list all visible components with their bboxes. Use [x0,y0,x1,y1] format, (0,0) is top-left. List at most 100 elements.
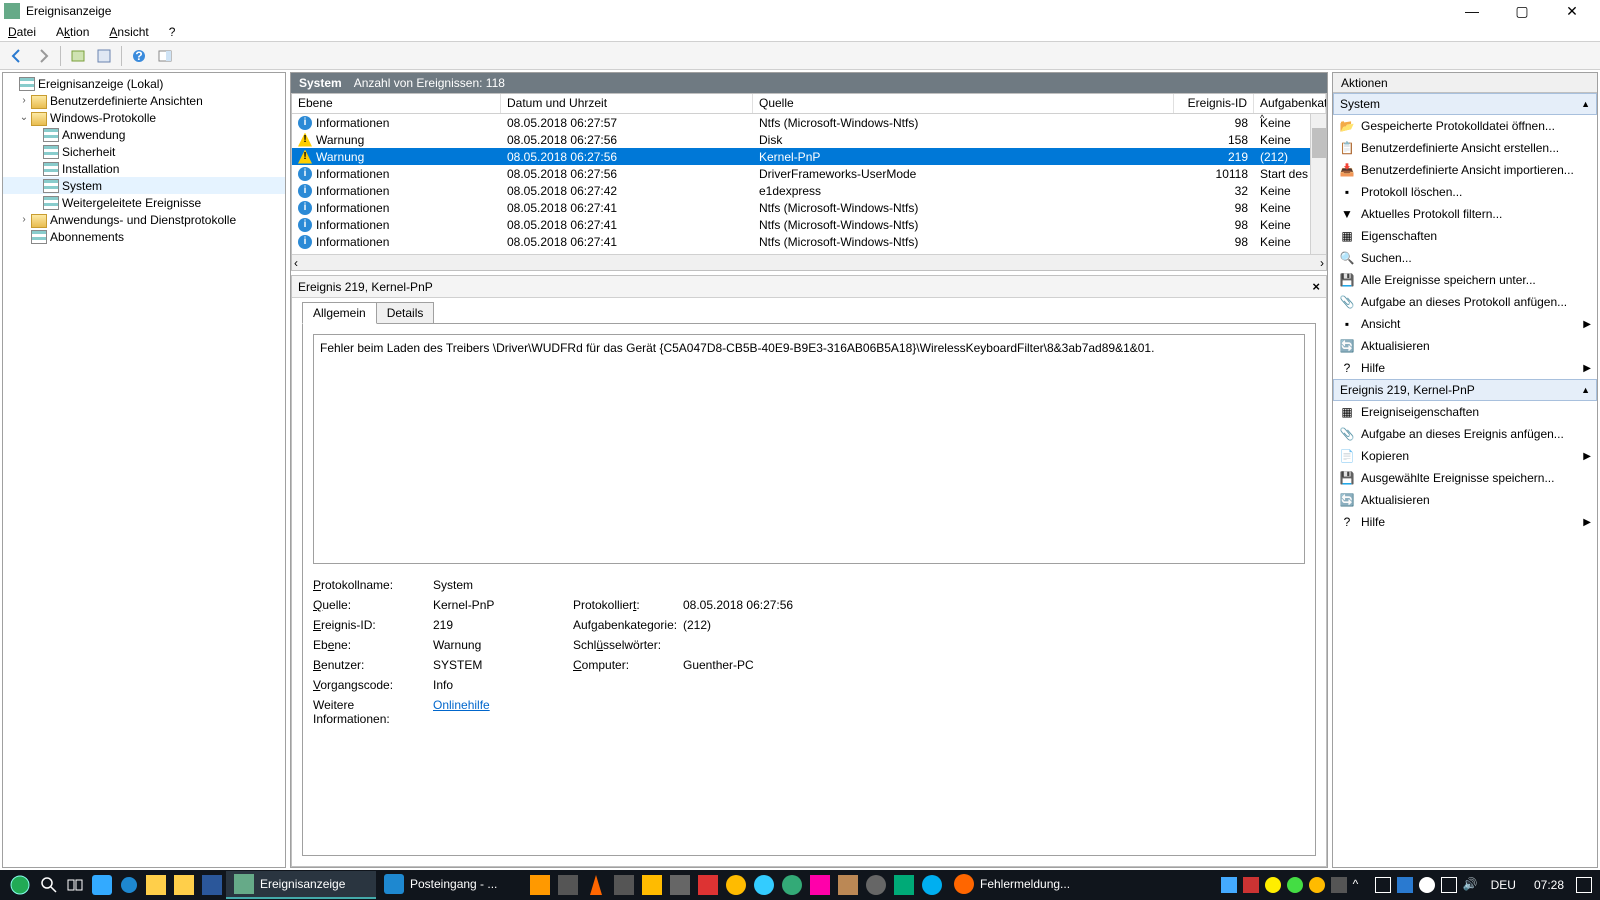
table-row[interactable]: !Warnung08.05.2018 06:27:56Kernel-PnP219… [292,148,1326,165]
online-help-link[interactable]: Onlinehilfe [433,698,490,712]
tab-general[interactable]: Allgemein [302,302,377,324]
action-item[interactable]: ▦Ereigniseigenschaften [1333,401,1597,423]
pinned-app[interactable] [862,871,890,899]
pinned-app[interactable] [88,871,116,899]
tab-details[interactable]: Details [376,302,435,324]
col-source[interactable]: Quelle [753,94,1174,113]
tree-item-security[interactable]: Sicherheit [3,143,285,160]
action-item[interactable]: ?Hilfe▶ [1333,357,1597,379]
col-level[interactable]: Ebene [292,94,501,113]
menu-view[interactable]: Ansicht [109,25,148,39]
vlc-icon[interactable] [582,871,610,899]
pinned-app[interactable] [890,871,918,899]
action-item[interactable]: ?Hilfe▶ [1333,511,1597,533]
tree-item-forwarded[interactable]: Weitergeleitete Ereignisse [3,194,285,211]
action-item[interactable]: 🔄Aktualisieren [1333,489,1597,511]
pinned-app[interactable] [526,871,554,899]
table-row[interactable]: iInformationen08.05.2018 06:27:42e1dexpr… [292,182,1326,199]
table-row[interactable]: iInformationen08.05.2018 06:27:41Ntfs (M… [292,216,1326,233]
action-item[interactable]: ▪Ansicht▶ [1333,313,1597,335]
tray-lang[interactable]: DEU [1485,878,1522,892]
taskbar-app-eventviewer[interactable]: Ereignisanzeige [226,871,376,899]
explorer-icon[interactable] [142,871,170,899]
tree-root[interactable]: Ereignisanzeige (Lokal) [3,75,285,92]
tray-icon[interactable] [1243,877,1259,893]
action-item[interactable]: ▪Protokoll löschen... [1333,181,1597,203]
store-icon[interactable] [170,871,198,899]
tray-volume-icon[interactable]: 🔊 [1463,877,1479,893]
maximize-button[interactable]: ▢ [1506,3,1538,20]
action-item[interactable]: 💾Ausgewählte Ereignisse speichern... [1333,467,1597,489]
tree-app-service-logs[interactable]: ›Anwendungs- und Dienstprotokolle [3,211,285,228]
tray-icon[interactable] [1287,877,1303,893]
tray-network-icon[interactable] [1441,877,1457,893]
tray-clock[interactable]: 07:28 [1528,878,1570,892]
taskbar-app-firefox[interactable]: Fehlermeldung... [946,871,1096,899]
task-view-button[interactable] [62,871,88,899]
action-item[interactable]: 🔍Suchen... [1333,247,1597,269]
action-item[interactable]: 📋Benutzerdefinierte Ansicht erstellen... [1333,137,1597,159]
horizontal-scrollbar[interactable]: ‹› [292,254,1326,270]
tree-windows-logs[interactable]: ⌄Windows-Protokolle [3,109,285,126]
close-button[interactable]: ✕ [1556,3,1588,20]
action-item[interactable]: 📄Kopieren▶ [1333,445,1597,467]
action-item[interactable]: 💾Alle Ereignisse speichern unter... [1333,269,1597,291]
action-item[interactable]: 📎Aufgabe an dieses Ereignis anfügen... [1333,423,1597,445]
pinned-app[interactable] [638,871,666,899]
event-table[interactable]: Ebene Datum und Uhrzeit Quelle Ereignis-… [291,93,1327,271]
tray-chevron-icon[interactable]: ^ [1353,877,1369,893]
action-item[interactable]: 📥Benutzerdefinierte Ansicht importieren.… [1333,159,1597,181]
tray-icon[interactable] [1331,877,1347,893]
menu-file[interactable]: Datei [8,25,36,39]
show-hide-tree-button[interactable] [67,45,89,67]
minimize-button[interactable]: — [1456,3,1488,20]
system-tray[interactable]: ^ 🔊 DEU 07:28 [1221,877,1596,893]
tray-onedrive-icon[interactable] [1419,877,1435,893]
action-item[interactable]: ▦Eigenschaften [1333,225,1597,247]
table-row[interactable]: iInformationen08.05.2018 06:27:41Ntfs (M… [292,233,1326,250]
taskbar[interactable]: Ereignisanzeige Posteingang - ... Fehler… [0,870,1600,900]
pinned-app[interactable] [610,871,638,899]
action-pane-button[interactable] [154,45,176,67]
pinned-app[interactable] [750,871,778,899]
action-item[interactable]: ▼Aktuelles Protokoll filtern... [1333,203,1597,225]
menu-action[interactable]: Aktion [56,25,89,39]
forward-button[interactable] [32,45,54,67]
tree-item-application[interactable]: Anwendung [3,126,285,143]
detail-close-button[interactable]: × [1312,279,1320,294]
pinned-app[interactable] [722,871,750,899]
tree-subscriptions[interactable]: Abonnements [3,228,285,245]
menu-help[interactable]: ? [169,25,176,39]
table-row[interactable]: iInformationen08.05.2018 06:27:41Ntfs (M… [292,199,1326,216]
pinned-app[interactable] [666,871,694,899]
taskbar-app-mail[interactable]: Posteingang - ... [376,871,526,899]
tray-icon[interactable] [1221,877,1237,893]
col-task[interactable]: Aufgabenkate ^ [1254,94,1326,113]
pinned-app[interactable] [778,871,806,899]
pinned-app[interactable] [694,871,722,899]
word-icon[interactable] [198,871,226,899]
tree-custom-views[interactable]: ›Benutzerdefinierte Ansichten [3,92,285,109]
action-item[interactable]: 📎Aufgabe an dieses Protokoll anfügen... [1333,291,1597,313]
skype-icon[interactable] [918,871,946,899]
vertical-scrollbar[interactable] [1310,114,1326,254]
table-row[interactable]: !Warnung08.05.2018 06:27:56Disk158Keine [292,131,1326,148]
tray-mail-icon[interactable] [1375,877,1391,893]
start-button[interactable] [4,872,36,898]
tree-item-setup[interactable]: Installation [3,160,285,177]
tray-notifications-icon[interactable] [1576,877,1592,893]
action-item[interactable]: 📂Gespeicherte Protokolldatei öffnen... [1333,115,1597,137]
pinned-app[interactable] [834,871,862,899]
edge-icon[interactable] [116,871,142,899]
tree-pane[interactable]: Ereignisanzeige (Lokal) ›Benutzerdefinie… [2,72,286,868]
pinned-app[interactable] [554,871,582,899]
tray-icon[interactable] [1265,877,1281,893]
table-row[interactable]: iInformationen08.05.2018 06:27:57Ntfs (M… [292,114,1326,131]
action-item[interactable]: 🔄Aktualisieren [1333,335,1597,357]
help-button[interactable]: ? [128,45,150,67]
tray-bluetooth-icon[interactable] [1397,877,1413,893]
col-date[interactable]: Datum und Uhrzeit [501,94,753,113]
pinned-app[interactable] [806,871,834,899]
table-row[interactable]: iInformationen08.05.2018 06:27:56DriverF… [292,165,1326,182]
tray-icon[interactable] [1309,877,1325,893]
